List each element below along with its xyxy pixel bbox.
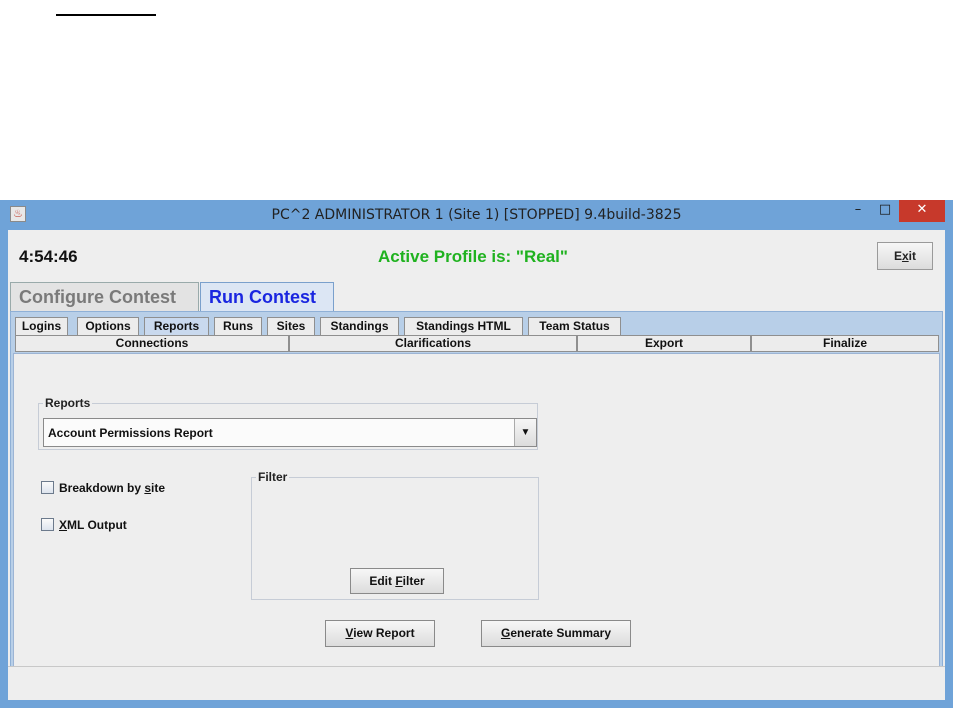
title-bar[interactable]: ♨ PC^2 ADMINISTRATOR 1 (Site 1) [STOPPED… bbox=[0, 200, 953, 230]
label-part: ilter bbox=[402, 574, 425, 588]
top-underline-decoration bbox=[56, 14, 156, 16]
label-mnemonic: G bbox=[500, 626, 511, 640]
tab-team-status[interactable]: Team Status bbox=[528, 317, 621, 335]
label-part: ite bbox=[151, 480, 166, 495]
window-title: PC^2 ADMINISTRATOR 1 (Site 1) [STOPPED] … bbox=[271, 207, 682, 223]
tab-finalize[interactable]: Finalize bbox=[751, 335, 939, 352]
maximize-icon[interactable]: □ bbox=[873, 200, 897, 222]
label-part: ML Output bbox=[67, 517, 127, 532]
client-area: 4:54:46 Active Profile is: "Real" Exit C… bbox=[8, 230, 945, 700]
report-select[interactable]: Account Permissions Report ▼ bbox=[43, 418, 537, 447]
label-part: Edit bbox=[369, 574, 396, 588]
tab-configure-contest[interactable]: Configure Contest bbox=[10, 282, 199, 312]
status-bar bbox=[8, 666, 945, 700]
label-mnemonic: X bbox=[59, 517, 68, 532]
tab-standings[interactable]: Standings bbox=[320, 317, 399, 335]
tab-options[interactable]: Options bbox=[77, 317, 139, 335]
active-profile-label: Active Profile is: "Real" bbox=[378, 247, 568, 266]
tab-sites[interactable]: Sites bbox=[267, 317, 315, 335]
report-select-value: Account Permissions Report bbox=[48, 426, 213, 440]
breakdown-by-site-checkbox[interactable]: Breakdown by site bbox=[41, 480, 165, 495]
minimize-icon[interactable]: – bbox=[846, 200, 870, 222]
edit-filter-button[interactable]: Edit Filter bbox=[350, 568, 444, 594]
xml-output-checkbox[interactable]: XML Output bbox=[41, 517, 127, 532]
app-window: ♨ PC^2 ADMINISTRATOR 1 (Site 1) [STOPPED… bbox=[0, 200, 953, 708]
label-part: enerate Summary bbox=[510, 626, 612, 640]
exit-label-part: E bbox=[893, 249, 902, 263]
filter-legend: Filter bbox=[256, 470, 290, 484]
checkbox-box[interactable] bbox=[41, 518, 54, 532]
tab-clarifications[interactable]: Clarifications bbox=[289, 335, 577, 352]
view-report-button[interactable]: View Report bbox=[325, 620, 435, 647]
reports-pane: Reports Account Permissions Report ▼ Bre… bbox=[13, 353, 940, 692]
tab-connections[interactable]: Connections bbox=[15, 335, 289, 352]
exit-label-part: it bbox=[908, 249, 917, 263]
label-mnemonic: F bbox=[395, 574, 403, 588]
tab-export[interactable]: Export bbox=[577, 335, 751, 352]
tab-logins[interactable]: Logins bbox=[15, 317, 68, 335]
breakdown-label: Breakdown by site bbox=[59, 481, 165, 495]
tab-runs[interactable]: Runs bbox=[214, 317, 262, 335]
tab-reports[interactable]: Reports bbox=[144, 317, 209, 335]
reports-group: Reports Account Permissions Report ▼ bbox=[38, 396, 538, 450]
close-icon[interactable]: ✕ bbox=[899, 200, 945, 222]
filter-group: Filter Edit Filter bbox=[251, 470, 539, 600]
label-part: iew Report bbox=[353, 626, 415, 640]
exit-mnemonic: x bbox=[901, 249, 909, 263]
generate-summary-button[interactable]: Generate Summary bbox=[481, 620, 631, 647]
run-contest-panel: Logins Options Reports Runs Sites Standi… bbox=[10, 311, 943, 696]
tab-run-contest[interactable]: Run Contest bbox=[200, 282, 334, 312]
xml-output-label: XML Output bbox=[59, 518, 127, 532]
tab-standings-html[interactable]: Standings HTML bbox=[404, 317, 523, 335]
chevron-down-icon[interactable]: ▼ bbox=[514, 419, 536, 446]
reports-legend: Reports bbox=[43, 396, 93, 410]
checkbox-box[interactable] bbox=[41, 481, 54, 495]
clock-display: 4:54:46 bbox=[19, 247, 78, 266]
label-part: Breakdown by bbox=[59, 480, 145, 495]
exit-button[interactable]: Exit bbox=[877, 242, 933, 270]
